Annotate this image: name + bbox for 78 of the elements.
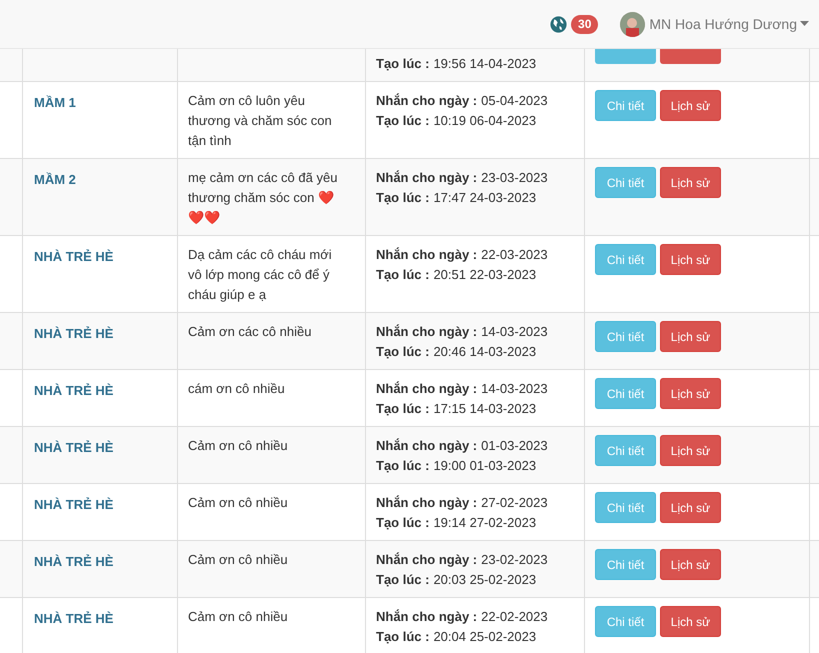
date-value: 27-02-2023	[481, 494, 548, 512]
created-label: Tạo lúc :	[376, 457, 430, 475]
date-value: 14-03-2023	[481, 323, 548, 341]
message-text: mẹ cảm ơn các cô đã yêu thương chăm sóc con ❤❤❤	[188, 169, 338, 227]
detail-button[interactable]: Chi tiết	[595, 378, 656, 409]
message-text: Cảm ơn cô nhiều	[188, 551, 289, 569]
detail-button[interactable]: Chi tiết	[595, 492, 656, 523]
date-value: 05-04-2023	[481, 92, 548, 110]
message-text: Cảm ơn cô nhiều	[188, 608, 289, 626]
detail-button[interactable]: Chi tiết	[595, 606, 656, 637]
created-value: 20:03 25-02-2023	[433, 571, 536, 589]
message-text: cám ơn cô nhiều	[188, 380, 286, 398]
created-value: 20:04 25-02-2023	[433, 628, 536, 646]
date-label: Nhắn cho ngày :	[376, 323, 478, 341]
date-label: Nhắn cho ngày :	[376, 437, 478, 455]
class-name: NHÀ TRẺ HÈ	[34, 326, 114, 341]
created-label: Tạo lúc :	[376, 400, 430, 418]
created-value: 20:46 14-03-2023	[433, 343, 536, 361]
created-value: 19:56 14-04-2023	[433, 55, 536, 73]
message-text: Cảm ơn cô nhiều	[188, 437, 289, 455]
created-label: Tạo lúc :	[376, 55, 430, 73]
user-name[interactable]: MN Hoa Hướng Dương	[649, 14, 797, 34]
detail-button[interactable]: Chi tiết	[595, 435, 656, 466]
created-label: Tạo lúc :	[376, 628, 430, 646]
created-value: 10:19 06-04-2023	[433, 112, 536, 130]
history-button[interactable]: Lịch sử	[660, 492, 721, 523]
detail-button[interactable]: Chi tiết	[595, 321, 656, 352]
created-label: Tạo lúc :	[376, 112, 430, 130]
created-value: 19:14 27-02-2023	[433, 514, 536, 532]
history-button[interactable]: Lịch sử	[660, 167, 721, 198]
date-label: Nhắn cho ngày :	[376, 169, 478, 187]
created-value: 20:51 22-03-2023	[433, 266, 536, 284]
detail-button[interactable]: Chi tiết	[595, 549, 656, 580]
class-name: MẦM 2	[34, 172, 76, 187]
created-label: Tạo lúc :	[376, 266, 430, 284]
class-name: NHÀ TRẺ HÈ	[34, 440, 114, 455]
caret-icon[interactable]	[800, 21, 809, 27]
created-label: Tạo lúc :	[376, 514, 430, 532]
class-name: NHÀ TRẺ HÈ	[34, 383, 114, 398]
message-text: Cảm ơn cô luôn yêu thương và chăm sóc con tận tình	[188, 92, 333, 150]
history-button[interactable]: Lịch sử	[660, 321, 721, 352]
created-label: Tạo lúc :	[376, 343, 430, 361]
globe-icon[interactable]	[550, 16, 568, 32]
date-value: 22-02-2023	[481, 608, 548, 626]
class-name: MẦM 1	[34, 95, 76, 110]
notification-badge[interactable]: 30	[571, 14, 598, 34]
history-button[interactable]: Lịch sử	[660, 549, 721, 580]
detail-button[interactable]: Chi tiết	[595, 90, 656, 121]
created-value: 17:15 14-03-2023	[433, 400, 536, 418]
class-name: NHÀ TRẺ HÈ	[34, 249, 114, 264]
created-value: 17:47 24-03-2023	[433, 189, 536, 207]
date-label: Nhắn cho ngày :	[376, 494, 478, 512]
history-button[interactable]: Lịch sử	[660, 606, 721, 637]
created-label: Tạo lúc :	[376, 571, 430, 589]
message-text: Cảm ơn các cô nhiều	[188, 323, 312, 341]
history-button[interactable]: Lịch sử	[660, 378, 721, 409]
date-label: Nhắn cho ngày :	[376, 608, 478, 626]
class-name: NHÀ TRẺ HÈ	[34, 497, 114, 512]
date-value: 23-02-2023	[481, 551, 548, 569]
date-value: 23-03-2023	[481, 169, 548, 187]
date-label: Nhắn cho ngày :	[376, 92, 478, 110]
message-text: Cảm ơn cô nhiều	[188, 494, 289, 512]
date-value: 01-03-2023	[481, 437, 548, 455]
detail-button[interactable]: Chi tiết	[595, 167, 656, 198]
date-value: 14-03-2023	[481, 380, 548, 398]
message-text: Dạ cảm các cô cháu mới vô lớp mong các cô để ý cháu giúp e ạ	[188, 246, 333, 304]
date-label: Nhắn cho ngày :	[376, 551, 478, 569]
date-label: Nhắn cho ngày :	[376, 246, 478, 264]
created-value: 19:00 01-03-2023	[433, 457, 536, 475]
history-button[interactable]: Lịch sử	[660, 435, 721, 466]
history-button[interactable]: Lịch sử	[660, 244, 721, 275]
date-value: 22-03-2023	[481, 246, 548, 264]
date-label: Nhắn cho ngày :	[376, 380, 478, 398]
class-name: NHÀ TRẺ HÈ	[34, 554, 114, 569]
created-label: Tạo lúc :	[376, 189, 430, 207]
class-name: NHÀ TRẺ HÈ	[34, 611, 114, 626]
detail-button[interactable]: Chi tiết	[595, 244, 656, 275]
history-button[interactable]: Lịch sử	[660, 90, 721, 121]
